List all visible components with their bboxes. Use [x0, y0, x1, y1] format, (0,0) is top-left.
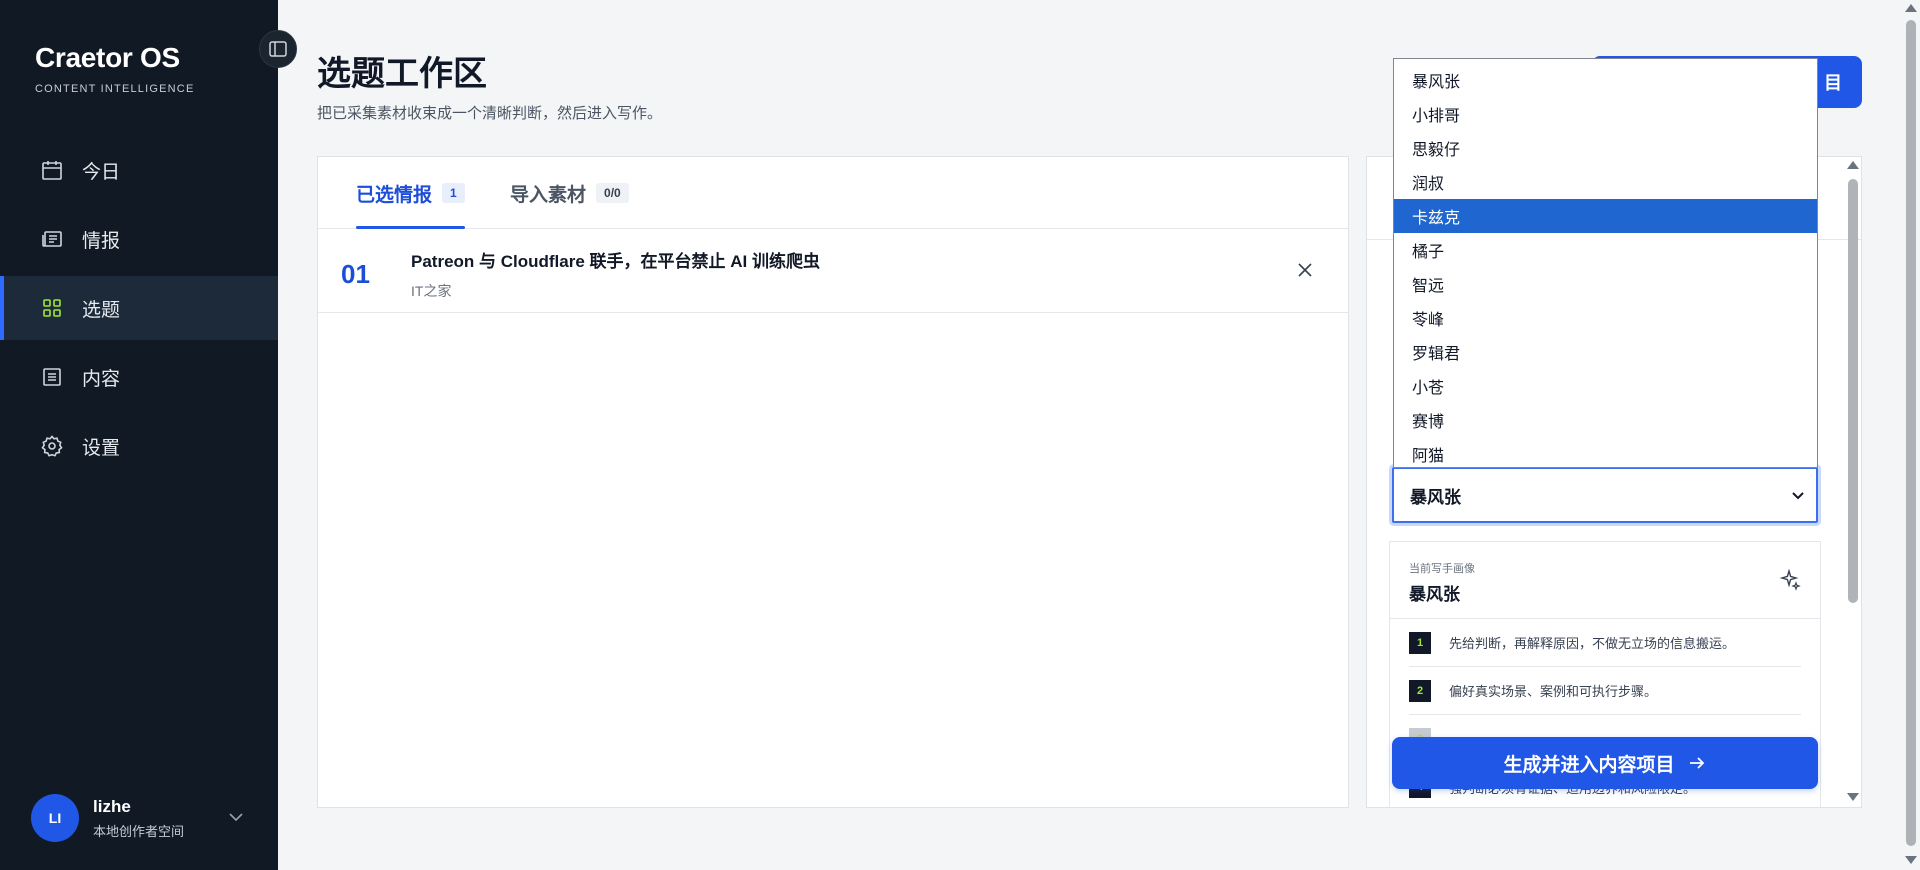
- sidebar-item-label: 今日: [82, 161, 121, 183]
- newspaper-icon: [42, 231, 62, 247]
- document-icon: [43, 368, 61, 386]
- sidebar: Craetor OS CONTENT INTELLIGENCE 今日 情报 选题…: [0, 0, 278, 870]
- list-item[interactable]: 01 Patreon 与 Cloudflare 联手，在平台禁止 AI 训练爬虫…: [318, 229, 1348, 313]
- card-title: 暴风张: [1409, 585, 1460, 604]
- sidebar-panel-icon: [269, 41, 287, 57]
- dropdown-option-highlighted[interactable]: 卡兹克: [1394, 199, 1817, 233]
- item-title: Patreon 与 Cloudflare 联手，在平台禁止 AI 训练爬虫: [411, 252, 820, 271]
- tab-count-badge: 0/0: [596, 183, 629, 203]
- dropdown-option[interactable]: 思毅仔: [1394, 131, 1817, 165]
- sidebar-item-label: 内容: [82, 368, 121, 390]
- dropdown-option[interactable]: 小苍: [1394, 369, 1817, 403]
- rule-text: 先给判断，再解释原因，不做无立场的信息搬运。: [1449, 636, 1736, 651]
- user-name: lizhe: [93, 796, 131, 816]
- user-menu[interactable]: LI lizhe 本地创作者空间: [31, 794, 251, 842]
- scroll-down-arrow-icon[interactable]: [1847, 793, 1859, 801]
- sparkle-icon[interactable]: [1778, 568, 1802, 592]
- dropdown-option[interactable]: 阿猫: [1394, 437, 1817, 471]
- chevron-down-icon: [229, 813, 243, 822]
- sidebar-item-settings[interactable]: 设置: [0, 414, 278, 478]
- calendar-icon: [42, 161, 62, 180]
- sidebar-item-label: 设置: [82, 437, 121, 459]
- rule-item: 1 先给判断，再解释原因，不做无立场的信息搬运。: [1409, 619, 1801, 667]
- gear-icon: [41, 435, 63, 457]
- scroll-up-arrow-icon[interactable]: [1847, 161, 1859, 169]
- dropdown-option[interactable]: 橘子: [1394, 233, 1817, 267]
- tab-label: 已选情报: [356, 184, 433, 206]
- user-info: lizhe 本地创作者空间: [93, 797, 184, 840]
- user-workspace: 本地创作者空间: [93, 823, 185, 839]
- writer-select[interactable]: 暴风张: [1392, 467, 1818, 523]
- brand-tagline: CONTENT INTELLIGENCE: [35, 83, 195, 95]
- dropdown-option[interactable]: 赛博: [1394, 403, 1817, 437]
- scroll-up-arrow-icon[interactable]: [1905, 4, 1917, 12]
- dropdown-option[interactable]: 润叔: [1394, 165, 1817, 199]
- panel-scrollbar-thumb[interactable]: [1848, 179, 1858, 603]
- generate-project-button[interactable]: 生成并进入内容项目: [1392, 737, 1818, 789]
- dropdown-option[interactable]: 小排哥: [1394, 97, 1817, 131]
- item-source: IT之家: [411, 283, 452, 299]
- dropdown-option[interactable]: 暴风张: [1394, 63, 1817, 97]
- create-project-label: 目: [1824, 73, 1842, 93]
- tab-label: 导入素材: [510, 184, 587, 206]
- dropdown-option[interactable]: 智远: [1394, 267, 1817, 301]
- close-icon[interactable]: [1294, 259, 1316, 281]
- generate-project-label: 生成并进入内容项目: [1503, 754, 1675, 776]
- sidebar-nav: 今日 情报 选题 内容 设置: [0, 138, 278, 483]
- dropdown-option[interactable]: 罗辑君: [1394, 335, 1817, 369]
- card-label: 当前写手画像: [1409, 563, 1475, 575]
- dropdown-option[interactable]: 苓峰: [1394, 301, 1817, 335]
- writer-dropdown-list: 暴风张 小排哥 思毅仔 润叔 卡兹克 橘子 智远 苓峰 罗辑君 小苍 赛博 阿猫: [1393, 58, 1818, 468]
- writer-select-value: 暴风张: [1410, 487, 1461, 507]
- sidebar-item-label: 选题: [82, 299, 121, 321]
- sidebar-item-content[interactable]: 内容: [0, 345, 278, 409]
- rule-number: 2: [1409, 679, 1431, 702]
- tab-selected-intel[interactable]: 已选情报 1: [356, 157, 465, 229]
- sidebar-toggle-button[interactable]: [259, 30, 297, 68]
- sidebar-item-today[interactable]: 今日: [0, 138, 278, 202]
- tab-bar: 已选情报 1 导入素材 0/0: [318, 157, 1348, 229]
- page-scrollbar-thumb[interactable]: [1906, 20, 1916, 846]
- sidebar-item-label: 情报: [82, 230, 121, 252]
- grid-icon: [43, 299, 61, 317]
- rule-text: 偏好真实场景、案例和可执行步骤。: [1449, 684, 1658, 699]
- chevron-down-icon: [1792, 492, 1804, 500]
- selected-intel-panel: 已选情报 1 导入素材 0/0 01 Patreon 与 Cloudflare …: [317, 156, 1349, 808]
- scroll-down-arrow-icon[interactable]: [1905, 856, 1917, 864]
- page-subtitle: 把已采集素材收束成一个清晰判断，然后进入写作。: [317, 105, 663, 122]
- rule-item: 2 偏好真实场景、案例和可执行步骤。: [1409, 667, 1801, 715]
- avatar: LI: [31, 794, 79, 842]
- item-index: 01: [341, 259, 370, 289]
- sidebar-item-intel[interactable]: 情报: [0, 207, 278, 271]
- sidebar-item-topics[interactable]: 选题: [0, 276, 278, 340]
- tab-import-material[interactable]: 导入素材 0/0: [510, 157, 629, 229]
- tab-count-badge: 1: [442, 183, 465, 203]
- brand-logo: Craetor OS: [35, 42, 180, 73]
- rule-number: 1: [1409, 631, 1431, 654]
- arrow-right-icon: [1689, 757, 1704, 769]
- page-title: 选题工作区: [317, 55, 487, 93]
